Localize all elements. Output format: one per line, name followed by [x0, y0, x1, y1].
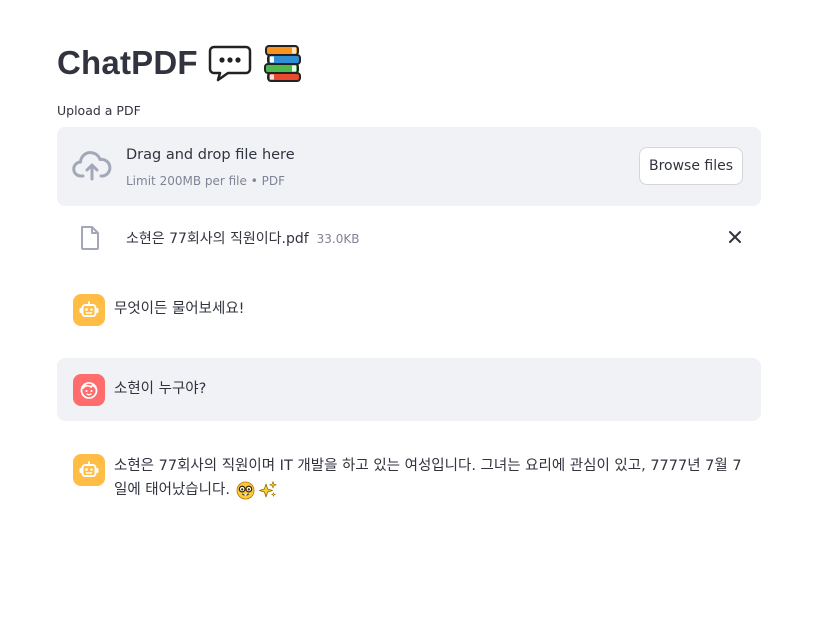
dropzone-title: Drag and drop file here	[126, 147, 295, 163]
file-name: 소현은 77회사의 직원이다.pdf 33.0KB	[126, 228, 360, 248]
message-text: 무엇이든 물어보세요!	[114, 301, 245, 317]
face-icon	[80, 382, 98, 399]
user-avatar	[73, 374, 105, 406]
chat-message-assistant: 무엇이든 물어보세요!	[57, 284, 761, 334]
chat-message-user: 소현이 누구야?	[57, 358, 761, 421]
message-line-1: 소현은 77회사의 직원이며 IT 개발을 하고 있는 여성입니다. 그녀는 요…	[114, 458, 742, 474]
message-line-2: 일에 태어났습니다.	[114, 478, 764, 502]
page-title: ChatPDF	[57, 40, 304, 86]
message-text: 소현은 77회사의 직원이며 IT 개발을 하고 있는 여성입니다. 그녀는 요…	[114, 454, 764, 502]
sparkles-icon	[258, 480, 278, 500]
file-name-text: 소현은 77회사의 직원이다.pdf	[126, 231, 309, 247]
message-line-2-text: 일에 태어났습니다.	[114, 482, 230, 498]
upload-label: Upload a PDF	[57, 103, 141, 118]
speech-balloon-icon	[208, 43, 252, 83]
cloud-upload-icon	[72, 149, 112, 187]
robot-icon	[79, 461, 99, 477]
chat-message-assistant: 소현은 77회사의 직원이며 IT 개발을 하고 있는 여성입니다. 그녀는 요…	[57, 440, 761, 520]
nerd-face-icon	[236, 481, 255, 500]
books-icon	[262, 43, 304, 83]
bot-avatar	[73, 454, 105, 486]
close-icon[interactable]	[727, 229, 743, 245]
bot-avatar	[73, 294, 105, 326]
uploaded-file-row: 소현은 77회사의 직원이다.pdf 33.0KB	[57, 220, 761, 256]
app-title: ChatPDF	[57, 44, 198, 81]
file-icon	[79, 225, 101, 255]
message-text: 소현이 누구야?	[114, 381, 207, 397]
browse-files-button[interactable]: Browse files	[639, 147, 743, 185]
dropzone-limit: Limit 200MB per file • PDF	[126, 174, 285, 188]
file-dropzone[interactable]: Drag and drop file here Limit 200MB per …	[57, 127, 761, 206]
robot-icon	[79, 301, 99, 317]
file-size: 33.0KB	[316, 232, 360, 246]
